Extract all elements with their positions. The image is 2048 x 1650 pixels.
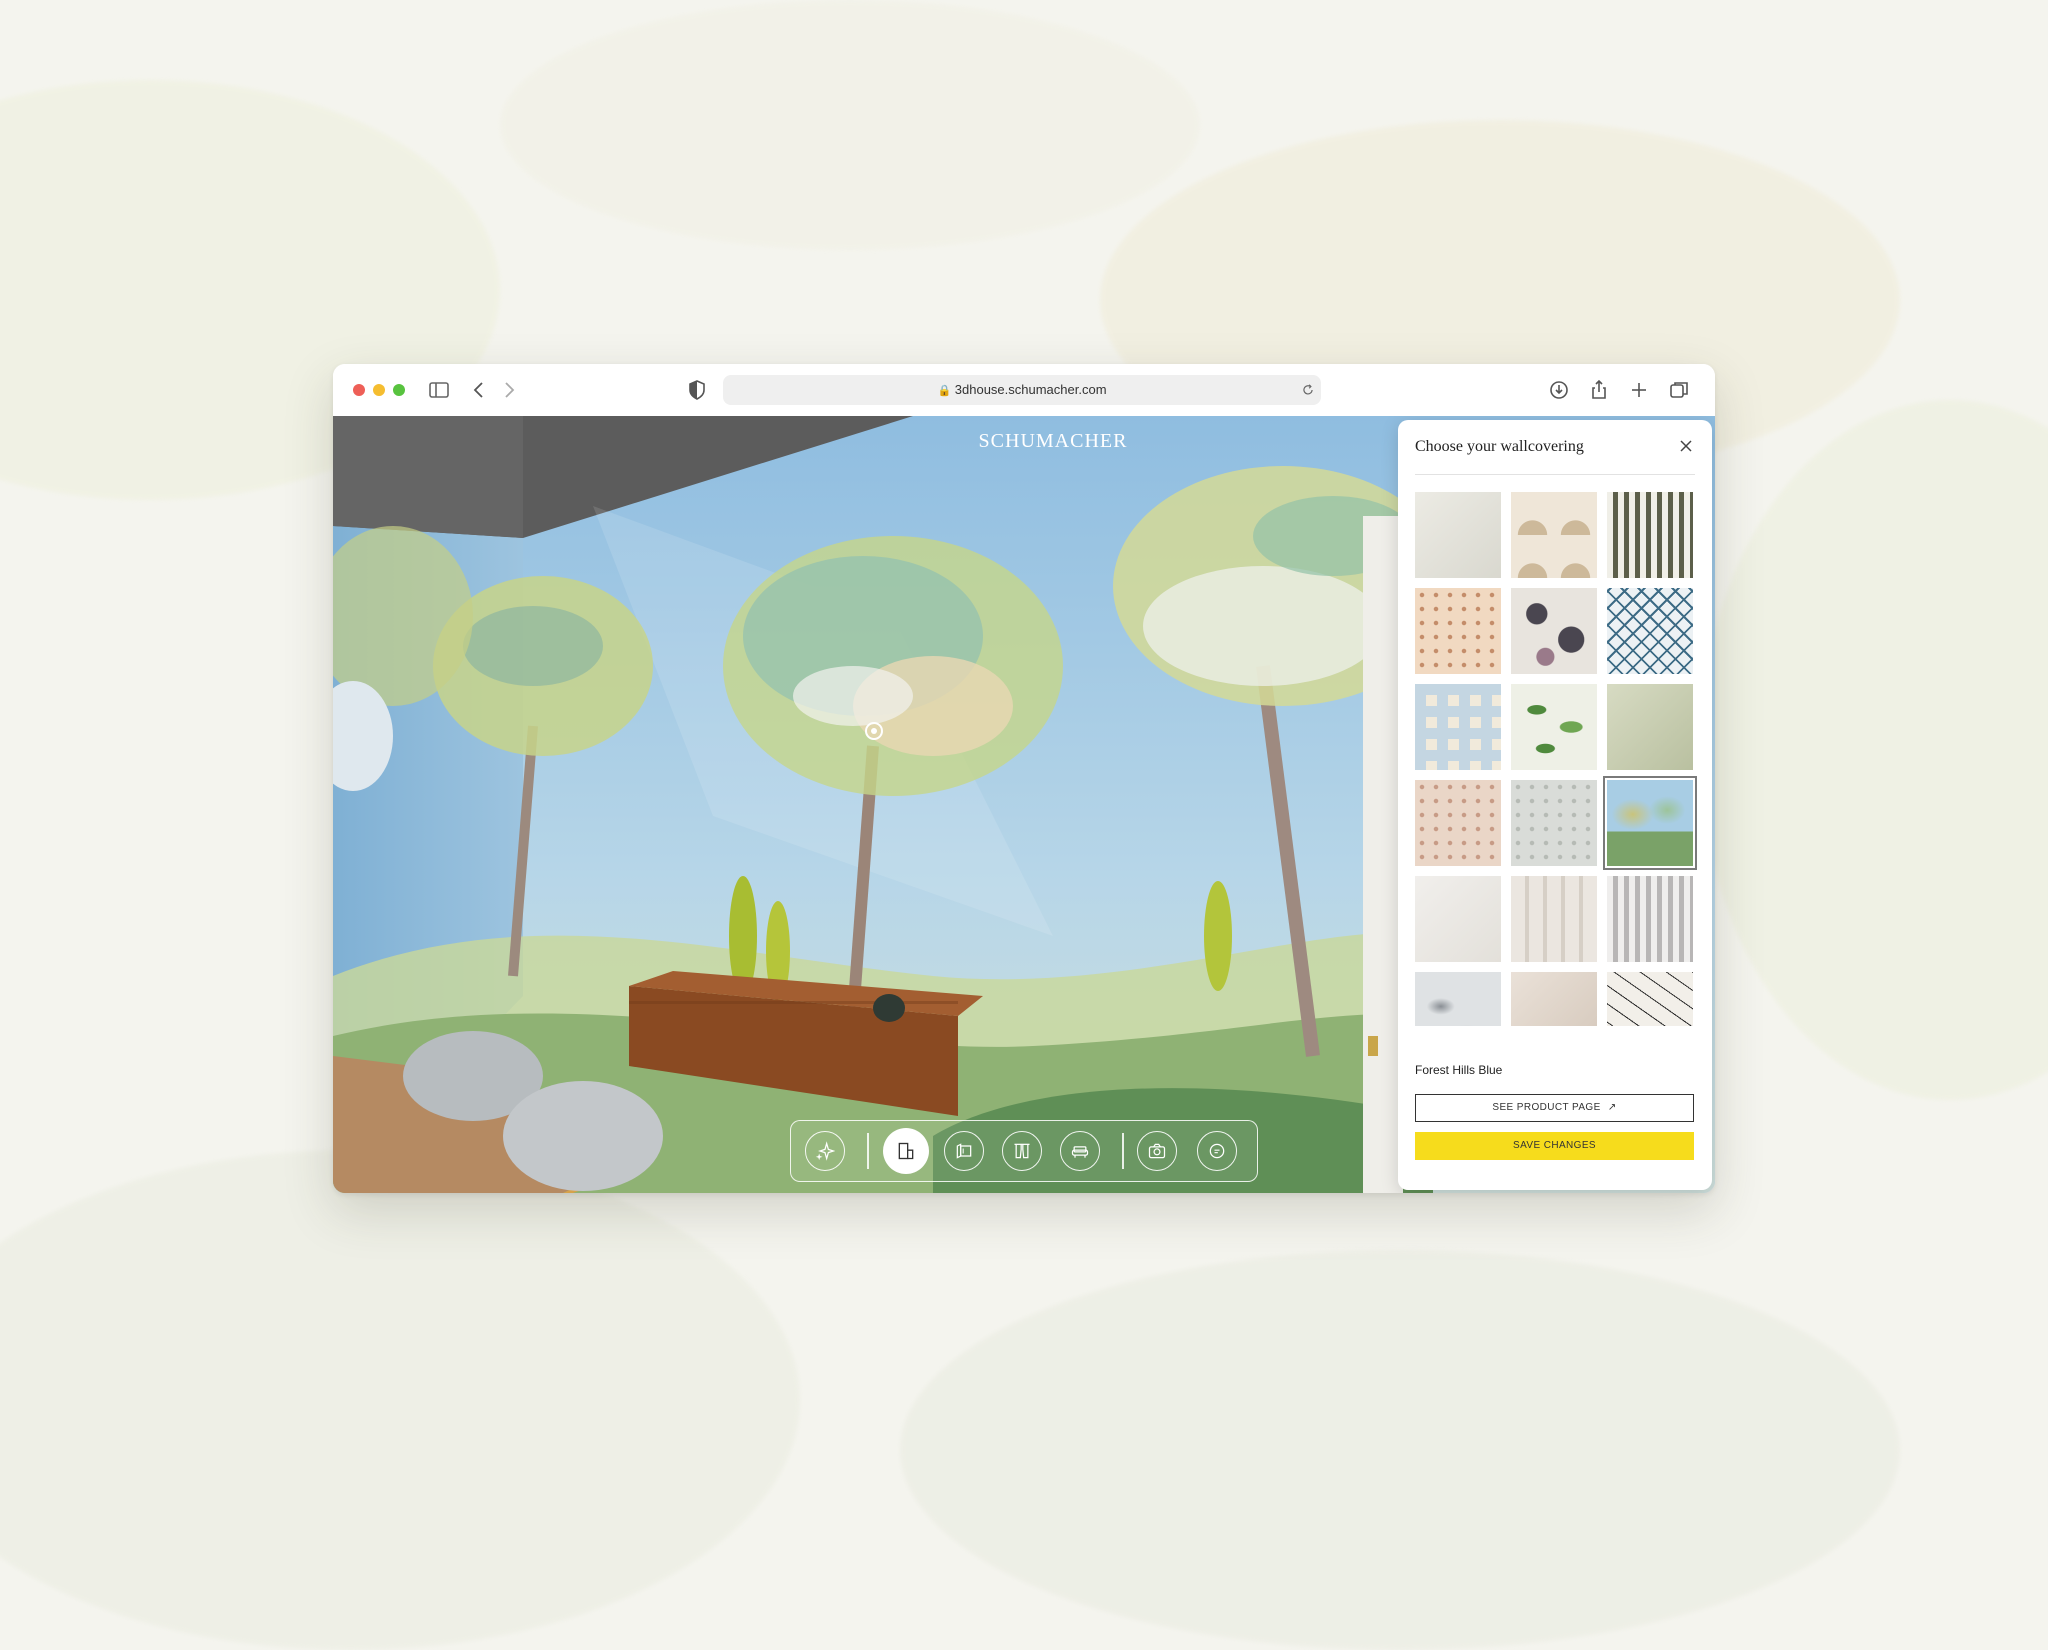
share-icon[interactable] [1587,378,1611,402]
close-icon[interactable] [1678,438,1694,454]
swatch-blue-trellis[interactable] [1607,588,1693,674]
panel-title: Choose your wallcovering [1415,438,1584,455]
snapshot-button[interactable] [1137,1131,1177,1171]
save-changes-label: SAVE CHANGES [1513,1140,1596,1151]
sparkle-icon [815,1141,835,1161]
toolbar-divider [867,1133,869,1169]
panel-divider [1415,474,1695,475]
rooms-icon [956,1143,972,1159]
wallcovering-button[interactable] [883,1128,929,1174]
see-product-page-button[interactable]: SEE PRODUCT PAGE ↗ [1415,1094,1694,1122]
lock-icon: 🔒 [937,385,952,397]
swatch-olive-stripe[interactable] [1607,492,1693,578]
save-changes-button[interactable]: SAVE CHANGES [1415,1132,1694,1160]
swatch-linen-stripe[interactable] [1511,876,1597,962]
swatch-white-swirl[interactable] [1415,876,1501,962]
address-bar[interactable]: 🔒 3dhouse.schumacher.com [723,375,1321,405]
swatch-black-fern[interactable] [1607,972,1693,1026]
maximize-window-button[interactable] [393,384,405,396]
tab-overview-icon[interactable] [1667,378,1691,402]
url-text: 3dhouse.schumacher.com [954,382,1107,397]
camera-icon [1148,1143,1166,1159]
swatch-ivory-botanical[interactable] [1415,492,1501,578]
external-link-icon: ↗ [1607,1102,1617,1113]
curtains-icon [1014,1143,1030,1159]
swatch-chinoiserie-grey[interactable] [1415,972,1501,1026]
brand-logo: SCHUMACHER [978,430,1128,452]
swatch-forest-hills-blue[interactable] [1603,776,1697,870]
furniture-button[interactable] [1060,1131,1100,1171]
selected-wallcovering-name: Forest Hills Blue [1415,1063,1503,1077]
forward-icon[interactable] [497,378,521,402]
browser-toolbar: 🔒 3dhouse.schumacher.com [333,364,1715,417]
rooms-button[interactable] [944,1131,984,1171]
swatch-sage-texture[interactable] [1607,684,1693,770]
wallcovering-panel: Choose your wallcovering Forest Hills Bl… [1398,420,1712,1190]
swatch-charcoal-floral[interactable] [1511,588,1597,674]
minimize-window-button[interactable] [373,384,385,396]
chat-button[interactable] [1197,1131,1237,1171]
toolbar-divider [1122,1133,1124,1169]
back-icon[interactable] [467,378,491,402]
swatch-blush-vine[interactable] [1415,780,1501,866]
swatch-grey-sprig[interactable] [1511,780,1597,866]
chat-icon [1209,1143,1225,1159]
swatch-peach-dot[interactable] [1415,588,1501,674]
swatch-sand-wash[interactable] [1511,972,1597,1026]
browser-window: 🔒 3dhouse.schumacher.com SCHUMACHER Choo… [333,364,1715,1193]
see-product-page-label: SEE PRODUCT PAGE [1492,1102,1601,1113]
swatch-green-leaves[interactable] [1511,684,1597,770]
room-3d-viewport[interactable]: SCHUMACHER Choose your wallcovering Fore… [333,416,1715,1193]
swatch-beige-arches[interactable] [1511,492,1597,578]
wallcovering-icon [898,1142,914,1160]
close-window-button[interactable] [353,384,365,396]
sofa-icon [1071,1146,1089,1158]
scene-toolbar [790,1120,1258,1182]
curtains-button[interactable] [1002,1131,1042,1171]
download-icon[interactable] [1547,378,1571,402]
swatch-grid [1415,492,1697,1026]
new-tab-icon[interactable] [1627,378,1651,402]
design-assistant-button[interactable] [805,1131,845,1171]
swatch-grey-pinstripe[interactable] [1607,876,1693,962]
sidebar-icon[interactable] [427,378,451,402]
privacy-shield-icon[interactable] [685,378,709,402]
swatch-blue-check[interactable] [1415,684,1501,770]
reload-icon[interactable] [1301,383,1315,397]
